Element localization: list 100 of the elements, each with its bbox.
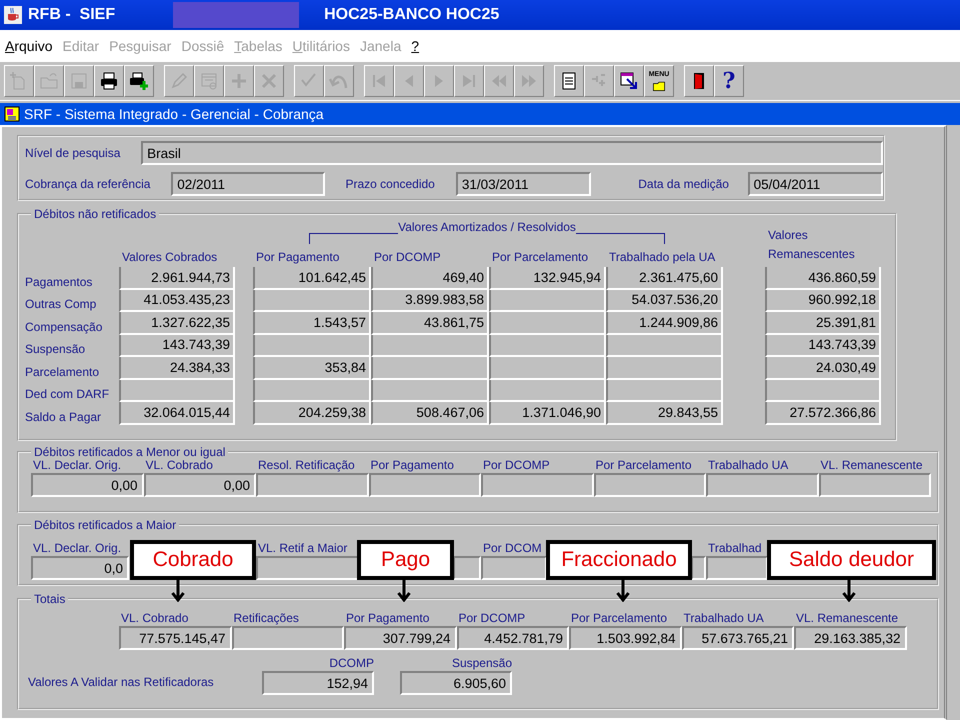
group-title: Débitos não retificados bbox=[33, 207, 158, 221]
input-field[interactable] bbox=[706, 556, 768, 580]
table-cell: 960.992,18 bbox=[765, 290, 881, 312]
input-field[interactable] bbox=[481, 473, 594, 497]
table-cell: 25.391,81 bbox=[765, 312, 881, 334]
table-cell: 2.361.475,60 bbox=[606, 267, 723, 290]
input-field[interactable] bbox=[706, 473, 818, 497]
down-arrow bbox=[842, 580, 856, 602]
open-folder-icon bbox=[39, 71, 59, 91]
delete-icon bbox=[259, 71, 279, 91]
group-title: Débitos retificados a Maior bbox=[33, 518, 178, 532]
input-field[interactable]: 31/03/2011 bbox=[456, 172, 592, 196]
database-name: HOC25-BANCO HOC25 bbox=[324, 6, 500, 24]
field-label: DCOMP bbox=[328, 656, 374, 671]
table-cell: 204.259,38 bbox=[253, 402, 371, 424]
column-header: Por Pagamento bbox=[255, 250, 340, 266]
form-title: SRF - Sistema Integrado - Gerencial - Cobrança bbox=[24, 106, 324, 122]
field-label: Nível de pesquisa bbox=[25, 146, 122, 160]
table-cell: 3.899.983,58 bbox=[371, 290, 489, 312]
input-field[interactable]: 0,0 bbox=[31, 556, 129, 580]
row-label: Saldo a Pagar bbox=[25, 410, 102, 424]
down-arrow bbox=[171, 580, 185, 602]
field-label: Por Parcelamento bbox=[594, 458, 693, 473]
window-title: RFB - SIEF bbox=[28, 6, 116, 24]
input-field[interactable]: 4.452.781,79 bbox=[456, 626, 569, 650]
row-label: Suspensão bbox=[25, 342, 86, 357]
row-label: Compensação bbox=[25, 320, 104, 334]
toolbar-button[interactable] bbox=[554, 65, 584, 97]
input-field[interactable]: 0,00 bbox=[31, 473, 144, 497]
input-field[interactable]: Brasil bbox=[141, 141, 883, 165]
table-cell: 508.467,06 bbox=[371, 402, 489, 424]
row-label: Parcelamento bbox=[25, 364, 100, 380]
toolbar-button[interactable] bbox=[94, 65, 124, 97]
field-label: VL. Cobrado bbox=[144, 458, 213, 473]
input-field[interactable]: 02/2011 bbox=[171, 172, 326, 196]
column-group-title: Valores Amortizados / Resolvidos bbox=[398, 219, 576, 235]
pencil-icon bbox=[169, 71, 189, 91]
input-field[interactable] bbox=[594, 473, 706, 497]
window-arrow-icon bbox=[619, 71, 639, 91]
input-field[interactable]: 05/04/2011 bbox=[748, 172, 883, 196]
field-label: Resol. Retificação bbox=[257, 458, 356, 473]
row-label: Outras Comp bbox=[25, 297, 98, 312]
field-label: Prazo concedido bbox=[345, 177, 436, 191]
table-cell: 24.030,49 bbox=[765, 357, 881, 380]
input-field[interactable] bbox=[453, 556, 481, 580]
field-label: VL. Cobrado bbox=[120, 611, 190, 626]
input-field[interactable]: 307.799,24 bbox=[344, 626, 456, 650]
field-label: VL. Declar. Orig. bbox=[32, 541, 122, 556]
callout-box: Pago bbox=[357, 540, 454, 580]
input-field[interactable] bbox=[691, 556, 706, 580]
input-field[interactable] bbox=[481, 556, 547, 580]
input-field[interactable]: 57.673.765,21 bbox=[682, 626, 794, 650]
menu-item[interactable]: Arquivo bbox=[5, 38, 52, 54]
input-field[interactable] bbox=[368, 473, 481, 497]
toolbar-button[interactable] bbox=[614, 65, 644, 97]
form-icon bbox=[199, 71, 219, 91]
table-cell: 32.064.015,44 bbox=[119, 402, 235, 424]
field-label: VL. Retif a Maior bbox=[257, 541, 348, 556]
field-label: Retificações bbox=[232, 611, 300, 626]
menu-item[interactable]: ? bbox=[411, 38, 420, 54]
table-cell: 353,84 bbox=[253, 357, 371, 380]
group-title: Totais bbox=[33, 592, 66, 606]
input-field[interactable] bbox=[256, 556, 359, 580]
plus-icon bbox=[229, 71, 249, 91]
table-cell: 27.572.366,86 bbox=[765, 402, 881, 424]
table-cell: 1.371.046,90 bbox=[489, 402, 606, 424]
input-field[interactable] bbox=[232, 626, 344, 650]
field-label: Trabalhado UA bbox=[707, 458, 790, 473]
input-field[interactable]: 29.163.385,32 bbox=[794, 626, 906, 650]
input-field[interactable]: 152,94 bbox=[262, 671, 374, 695]
table-cell: 41.053.435,23 bbox=[119, 290, 235, 312]
input-field[interactable]: 1.503.992,84 bbox=[569, 626, 682, 650]
column-header: Valores Cobrados bbox=[121, 250, 218, 266]
table-cell: 29.843,55 bbox=[606, 402, 723, 424]
printer-plus-icon bbox=[129, 71, 149, 91]
column-header: Valores Remanescentes bbox=[767, 227, 856, 263]
field-label: Trabalhad bbox=[707, 541, 763, 556]
field-label: Data da medição bbox=[638, 177, 730, 191]
table-cell: 469,40 bbox=[371, 267, 489, 290]
field-label: Por Parcelamento bbox=[570, 611, 668, 626]
field-label: Por DCOMP bbox=[458, 611, 526, 626]
table-cell: 436.860,59 bbox=[765, 267, 881, 290]
toolbar-button[interactable] bbox=[124, 65, 154, 97]
toolbar-button[interactable] bbox=[684, 65, 714, 97]
input-field[interactable] bbox=[818, 473, 931, 497]
column-header: Por DCOMP bbox=[373, 250, 442, 266]
table-cell: 143.743,39 bbox=[765, 334, 881, 357]
table-cell: 132.945,94 bbox=[489, 267, 606, 290]
input-field[interactable]: 77.575.145,47 bbox=[119, 626, 232, 650]
coffee-cup-icon bbox=[4, 6, 22, 24]
field-label: Cobrança da referência bbox=[25, 177, 152, 191]
input-field[interactable] bbox=[256, 473, 368, 497]
toolbar-button[interactable]: ? bbox=[714, 65, 744, 97]
callout-box: Fraccionado bbox=[546, 540, 692, 580]
table-cell: 54.037.536,20 bbox=[606, 290, 723, 312]
input-field[interactable]: 6.905,60 bbox=[400, 671, 512, 695]
input-field[interactable]: 0,00 bbox=[144, 473, 256, 497]
table-cell: 24.384,33 bbox=[119, 357, 235, 380]
field-label: VL. Remanescente bbox=[820, 458, 924, 473]
field-label: Por Pagamento bbox=[370, 458, 455, 473]
